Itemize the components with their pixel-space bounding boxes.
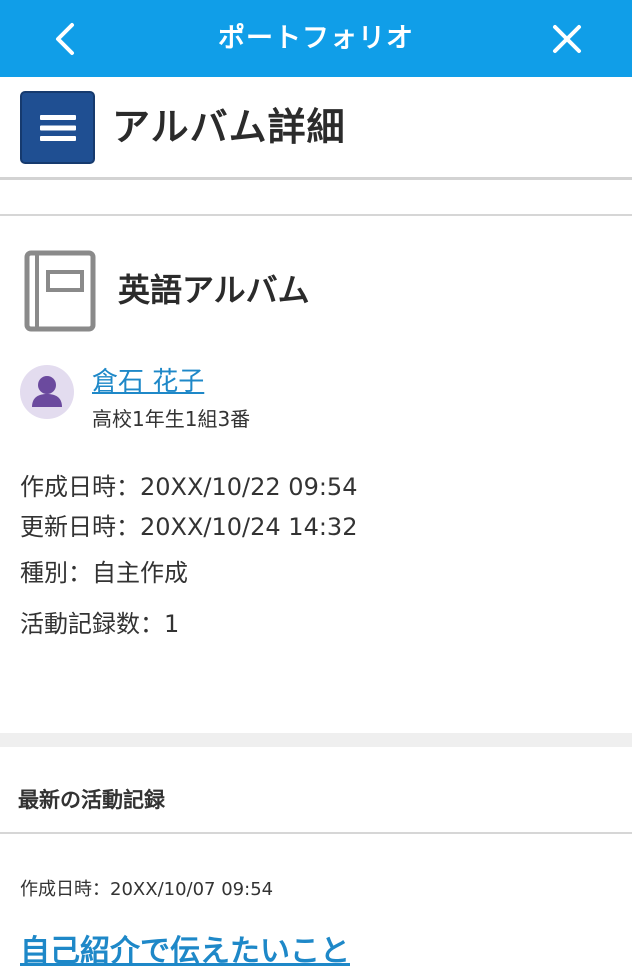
section-separator	[0, 733, 632, 747]
album-type: 種別：自主作成	[20, 559, 188, 587]
app-bar: ポートフォリオ	[0, 0, 632, 77]
divider	[0, 214, 632, 216]
hamburger-menu-icon	[39, 114, 76, 141]
close-button[interactable]	[546, 18, 588, 60]
owner-name-link[interactable]: 倉石 花子	[92, 364, 204, 400]
divider	[0, 832, 632, 834]
app-title: ポートフォリオ	[218, 23, 414, 54]
record-title-link[interactable]: 自己紹介で伝えたいこと	[20, 930, 350, 974]
record-created-datetime: 作成日時：20XX/10/07 09:54	[20, 879, 274, 900]
album-name: 英語アルバム	[118, 271, 310, 309]
created-datetime: 作成日時：20XX/10/22 09:54	[20, 473, 358, 501]
owner-grade: 高校1年生1組3番	[92, 407, 251, 431]
avatar	[20, 365, 74, 419]
person-icon	[32, 376, 62, 407]
close-icon	[553, 25, 581, 53]
latest-records-heading: 最新の活動記録	[18, 788, 165, 812]
album-icon	[24, 250, 96, 332]
page-header: アルバム詳細	[0, 77, 632, 180]
page-title: アルバム詳細	[112, 105, 346, 149]
menu-button[interactable]	[20, 91, 95, 164]
updated-datetime: 更新日時：20XX/10/24 14:32	[20, 513, 358, 541]
record-count: 活動記録数：1	[20, 610, 180, 638]
